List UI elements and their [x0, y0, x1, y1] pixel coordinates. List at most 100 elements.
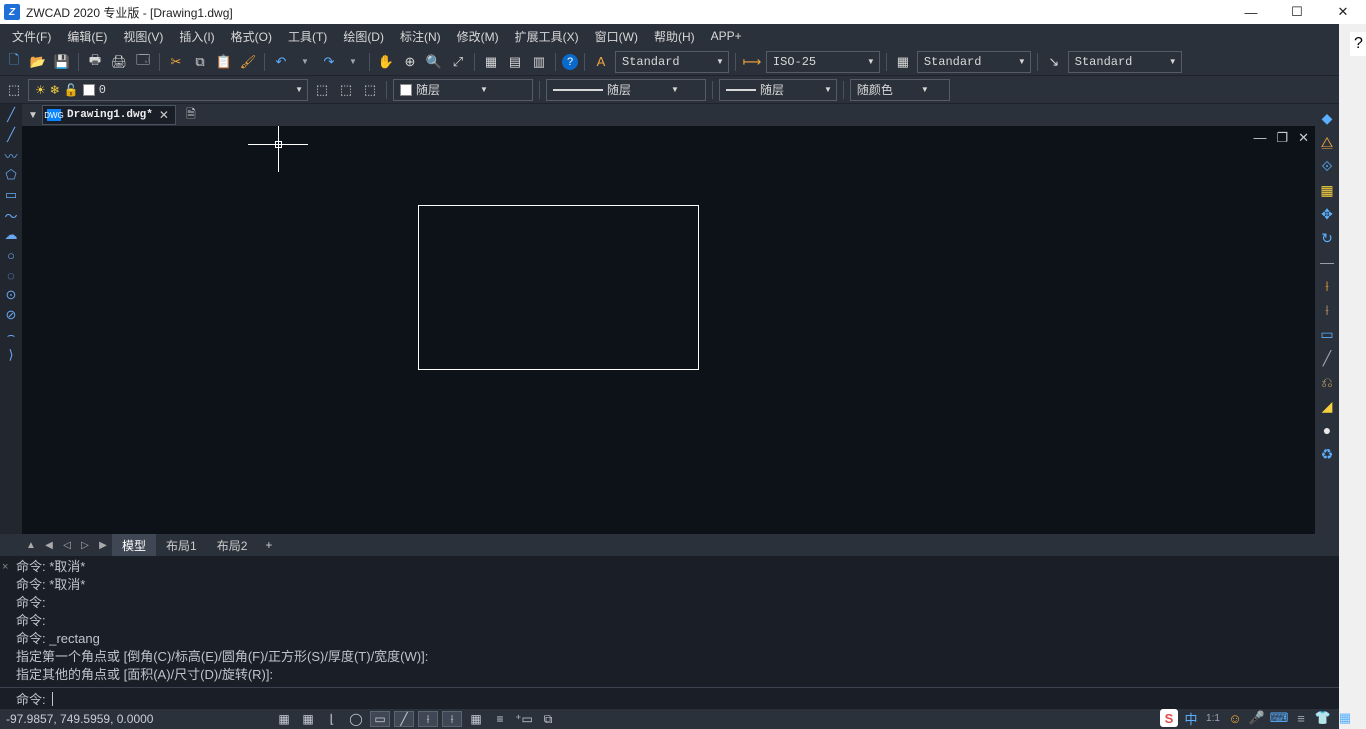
view-min-icon[interactable]: — [1253, 130, 1266, 146]
polygon-icon[interactable]: ⬠ [2, 166, 20, 184]
block-icon[interactable]: ⌢ [2, 326, 20, 344]
redo-drop-icon[interactable]: ▼ [343, 52, 363, 72]
help-icon[interactable]: ? [562, 54, 578, 70]
s10-toggle[interactable]: ⁺▭ [514, 711, 534, 727]
ortho-toggle[interactable]: ⌊ [322, 711, 342, 727]
extend-icon[interactable]: ⟊ [1317, 300, 1337, 320]
lineweight-dropdown[interactable]: 随层▼ [719, 79, 837, 101]
layout-nav-prev-icon[interactable]: ◁ [58, 540, 76, 551]
copy-icon[interactable]: ⧉ [190, 52, 210, 72]
layeriso-icon[interactable]: ⬚ [360, 80, 380, 100]
help-badge-icon[interactable]: ? [1350, 32, 1366, 56]
zoomprev-icon[interactable]: ⤢ [448, 52, 468, 72]
view-restore-icon[interactable]: ❐ [1276, 130, 1288, 146]
doc-tab[interactable]: DWG Drawing1.dwg* ✕ [42, 105, 176, 125]
menu-file[interactable]: 文件(F) [4, 25, 59, 48]
layout-tab-layout2[interactable]: 布局2 [207, 534, 258, 557]
point-icon[interactable]: ⟩ [2, 346, 20, 364]
textstyle-dropdown[interactable]: Standard▼ [615, 51, 729, 73]
menu-help[interactable]: 帮助(H) [646, 25, 703, 48]
zoomin-icon[interactable]: ⊕ [400, 52, 420, 72]
layout-nav-next-icon[interactable]: ▷ [76, 540, 94, 551]
move-icon[interactable]: ✥ [1317, 204, 1337, 224]
menu-express[interactable]: 扩展工具(X) [507, 25, 587, 48]
rotate-icon[interactable]: ↻ [1317, 228, 1337, 248]
scale-icon[interactable]: — [1317, 252, 1337, 272]
menu-modify[interactable]: 修改(M) [449, 25, 507, 48]
layout-nav-last-icon[interactable]: ▶ [94, 540, 112, 551]
layout-tab-model[interactable]: 模型 [112, 534, 156, 557]
menu-tools[interactable]: 工具(T) [280, 25, 335, 48]
menu-app[interactable]: APP+ [703, 26, 750, 46]
s9-toggle[interactable]: ≡ [490, 711, 510, 727]
grid-toggle[interactable]: ▦ [298, 711, 318, 727]
tool-icon[interactable]: ▦ [1336, 709, 1354, 727]
xline-icon[interactable]: ╱ [2, 126, 20, 144]
grid1-icon[interactable]: ▦ [481, 52, 501, 72]
zoomwin-icon[interactable]: 🔍 [424, 52, 444, 72]
ellipse-arc-icon[interactable]: ⊘ [2, 306, 20, 324]
tablestyle-dropdown[interactable]: Standard▼ [917, 51, 1031, 73]
otrack-toggle[interactable]: ╱ [394, 711, 414, 727]
cut-icon[interactable]: ✂ [166, 52, 186, 72]
dimstyle-dropdown[interactable]: ISO-25▼ [766, 51, 880, 73]
print-icon[interactable]: 🖶 [85, 52, 105, 72]
tablestyle-icon[interactable]: ▦ [893, 52, 913, 72]
keyboard-icon[interactable]: ⌨ [1270, 709, 1288, 727]
layout-nav-first-icon[interactable]: ◀ [40, 540, 58, 551]
save-icon[interactable]: 💾 [52, 52, 72, 72]
layer-dropdown[interactable]: ☀ ❄ 🔓 0 ▼ [28, 79, 308, 101]
array-icon[interactable]: ▦ [1317, 180, 1337, 200]
plot-icon[interactable]: 🖨 [109, 52, 129, 72]
view-close-icon[interactable]: ✕ [1298, 130, 1309, 146]
layout-nav-up-icon[interactable]: ▲ [22, 540, 40, 551]
match-icon[interactable]: 🖌 [238, 52, 258, 72]
close-button[interactable]: ✕ [1320, 0, 1366, 24]
tabstrip-marker-icon[interactable]: ▼ [26, 110, 40, 121]
ellipse-icon[interactable]: ⊙ [2, 286, 20, 304]
leader-icon[interactable]: ↘ [1044, 52, 1064, 72]
erase-icon[interactable]: ◆ [1317, 108, 1337, 128]
mirror-icon[interactable]: ⧋ [1317, 132, 1337, 152]
plotstyle-dropdown[interactable]: 随颜色▼ [850, 79, 950, 101]
doc-tab-close-icon[interactable]: ✕ [159, 108, 169, 122]
command-input[interactable]: 命令: [0, 687, 1339, 709]
ime-lang-icon[interactable]: 中 [1182, 709, 1200, 727]
menu-view[interactable]: 视图(V) [115, 25, 171, 48]
layerstate-icon[interactable]: ⬚ [336, 80, 356, 100]
menu-edit[interactable]: 编辑(E) [59, 25, 115, 48]
trim-icon[interactable]: ⟊ [1317, 276, 1337, 296]
mic-icon[interactable]: 🎤 [1248, 709, 1266, 727]
ime-icon[interactable]: S [1160, 709, 1178, 727]
status-coords[interactable]: -97.9857, 749.5959, 0.0000 [6, 712, 166, 726]
emoji-icon[interactable]: ☺ [1226, 709, 1244, 727]
cmd-close-icon[interactable]: × [2, 558, 8, 576]
break-icon[interactable]: ╱ [1317, 348, 1337, 368]
linetype-dropdown[interactable]: 随层▼ [546, 79, 706, 101]
model-toggle[interactable]: ▦ [466, 711, 486, 727]
layout-tab-layout1[interactable]: 布局1 [156, 534, 207, 557]
arc-icon[interactable]: 〜 [2, 206, 20, 224]
circle-icon[interactable]: ○ [2, 246, 20, 264]
dyn-toggle[interactable]: ⟊ [418, 711, 438, 727]
layerprev-icon[interactable]: ⬚ [312, 80, 332, 100]
textstyle-icon[interactable]: A [591, 52, 611, 72]
new-tab-icon[interactable]: 🗎 [180, 106, 202, 124]
maximize-button[interactable]: ☐ [1274, 0, 1320, 24]
join-icon[interactable]: ⎌ [1317, 372, 1337, 392]
s11-toggle[interactable]: ⧉ [538, 711, 558, 727]
preview-icon[interactable]: 🗔 [133, 52, 153, 72]
menu-draw[interactable]: 绘图(D) [335, 25, 392, 48]
menu-format[interactable]: 格式(O) [223, 25, 280, 48]
line-icon[interactable]: ╱ [2, 106, 20, 124]
offset-icon[interactable]: ⟐ [1317, 156, 1337, 176]
explode-icon[interactable]: ♻ [1317, 444, 1337, 464]
menu-insert[interactable]: 插入(I) [171, 25, 222, 48]
menu-window[interactable]: 窗口(W) [587, 25, 646, 48]
layout-tab-add[interactable]: + [257, 535, 280, 555]
spline-icon[interactable]: ◌ [2, 266, 20, 284]
new-icon[interactable]: 🗋 [4, 52, 24, 72]
stretch-icon[interactable]: ▭ [1317, 324, 1337, 344]
menu-dim[interactable]: 标注(N) [392, 25, 449, 48]
lwt-toggle[interactable]: ⟊ [442, 711, 462, 727]
